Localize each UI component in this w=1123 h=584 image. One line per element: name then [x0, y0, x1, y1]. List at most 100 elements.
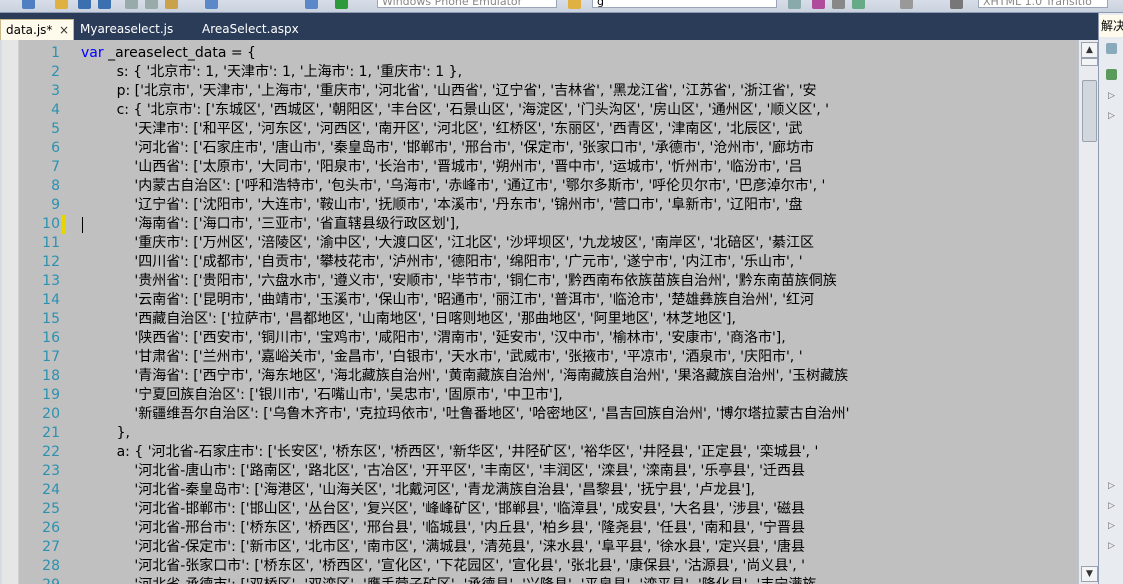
scroll-up-button[interactable]: ▲: [1081, 42, 1098, 58]
code-text[interactable]: a: { '河北省-石家庄市': ['长安区', '桥东区', '桥西区', '…: [81, 443, 819, 462]
search-input[interactable]: g: [592, 0, 777, 8]
code-line[interactable]: 23 '河北省-唐山市': ['路南区', '路北区', '古冶区', '开平区…: [20, 462, 1078, 481]
options-icon[interactable]: [900, 0, 913, 9]
expand-arrow-icon[interactable]: ▷: [1108, 501, 1115, 511]
expand-arrow-icon[interactable]: ▷: [1108, 481, 1115, 491]
code-line[interactable]: 21 },: [20, 424, 1078, 443]
expand-arrow-icon[interactable]: ▷: [1108, 541, 1115, 551]
code-editor[interactable]: 1 var _areaselect_data = {2 s: { '北京市': 1…: [0, 40, 1100, 584]
code-line[interactable]: 2 s: { '北京市': 1, '天津市': 1, '上海市': 1, '重庆…: [20, 63, 1078, 82]
code-text[interactable]: '贵州省': ['贵阳市', '六盘水市', '遵义市', '安顺市', '毕节…: [81, 272, 836, 291]
split-handle[interactable]: [1081, 58, 1098, 66]
tab-myareaselect-js[interactable]: Myareaselect.js: [75, 19, 195, 40]
open-folder-icon[interactable]: [55, 0, 68, 9]
code-text[interactable]: '河北省-承德市': ['双桥区', '双滦区', '鹰手营子矿区', '承德县…: [81, 576, 816, 584]
target-schema-select[interactable]: XHTML 1.0 Transitio: [978, 0, 1108, 8]
code-line[interactable]: 29 '河北省-承德市': ['双桥区', '双滦区', '鹰手营子矿区', '…: [20, 576, 1078, 584]
code-text[interactable]: '西藏自治区': ['拉萨市', '昌都地区', '山南地区', '日喀则地区'…: [81, 310, 736, 329]
code-line[interactable]: 26 '河北省-邢台市': ['桥东区', '桥西区', '邢台县', '临城县…: [20, 519, 1078, 538]
code-line[interactable]: 6 '河北省': ['石家庄市', '唐山市', '秦皇岛市', '邯郸市', …: [20, 139, 1078, 158]
code-line[interactable]: 3 p: ['北京市', '天津市', '上海市', '重庆市', '河北省',…: [20, 82, 1078, 101]
expand-arrow-icon[interactable]: ▷: [1108, 91, 1115, 101]
code-text[interactable]: c: { '北京市': ['东城区', '西城区', '朝阳区', '丰台区',…: [81, 101, 829, 120]
find-icon[interactable]: [568, 0, 581, 9]
code-text[interactable]: '内蒙古自治区': ['呼和浩特市', '包头市', '乌海市', '赤峰市',…: [81, 177, 825, 196]
save-icon[interactable]: [78, 0, 91, 9]
code-text[interactable]: },: [81, 424, 130, 443]
code-text[interactable]: p: ['北京市', '天津市', '上海市', '重庆市', '河北省', '…: [81, 82, 817, 101]
code-line[interactable]: 19 '宁夏回族自治区': ['银川市', '石嘴山市', '吴忠市', '固原…: [20, 386, 1078, 405]
code-text[interactable]: '天津市': ['和平区', '河东区', '河西区', '南开区', '河北区…: [81, 120, 803, 139]
target-schema-icon[interactable]: [950, 0, 963, 9]
code-text[interactable]: '辽宁省': ['沈阳市', '大连市', '鞍山市', '抚顺市', '本溪市…: [81, 196, 802, 215]
expand-arrow-icon[interactable]: ▷: [1108, 521, 1115, 531]
start-debug-icon[interactable]: [335, 0, 348, 9]
tab-data-js[interactable]: data.js* ×: [0, 19, 74, 40]
properties-icon[interactable]: [812, 0, 825, 9]
code-line[interactable]: 16 '陕西省': ['西安市', '铜川市', '宝鸡市', '咸阳市', '…: [20, 329, 1078, 348]
undo-icon[interactable]: [205, 0, 218, 9]
copy-icon[interactable]: [145, 0, 158, 9]
panel-title[interactable]: 解决: [1099, 15, 1123, 37]
new-file-icon[interactable]: [22, 0, 35, 9]
solution-explorer-icon[interactable]: [852, 0, 865, 9]
code-line[interactable]: 11 '重庆市': ['万州区', '涪陵区', '渝中区', '大渡口区', …: [20, 234, 1078, 253]
code-text[interactable]: '河北省-秦皇岛市': ['海港区', '山海关区', '北戴河区', '青龙满…: [81, 481, 755, 500]
code-line[interactable]: 20 '新疆维吾尔自治区': ['乌鲁木齐市', '克拉玛依市', '吐鲁番地区…: [20, 405, 1078, 424]
code-text[interactable]: s: { '北京市': 1, '天津市': 1, '上海市': 1, '重庆市'…: [81, 63, 462, 82]
code-text[interactable]: '河北省-唐山市': ['路南区', '路北区', '古冶区', '开平区', …: [81, 462, 805, 481]
code-text[interactable]: var _areaselect_data = {: [81, 44, 256, 63]
code-line[interactable]: 4 c: { '北京市': ['东城区', '西城区', '朝阳区', '丰台区…: [20, 101, 1078, 120]
code-line[interactable]: 13 '贵州省': ['贵阳市', '六盘水市', '遵义市', '安顺市', …: [20, 272, 1078, 291]
code-line[interactable]: 7 '山西省': ['太原市', '大同市', '阳泉市', '长治市', '晋…: [20, 158, 1078, 177]
code-line[interactable]: 10 '海南省': ['海口市', '三亚市', '省直辖县级行政区划'],: [20, 215, 1078, 234]
code-text[interactable]: '山西省': ['太原市', '大同市', '阳泉市', '长治市', '晋城市…: [81, 158, 802, 177]
cut-icon[interactable]: [125, 0, 138, 9]
code-line[interactable]: 1 var _areaselect_data = {: [20, 44, 1078, 63]
project-icon[interactable]: [1106, 69, 1117, 80]
expand-arrow-icon[interactable]: ▷: [1108, 111, 1115, 121]
toolbox-icon[interactable]: [832, 0, 845, 9]
code-text[interactable]: '宁夏回族自治区': ['银川市', '石嘴山市', '吴忠市', '固原市',…: [81, 386, 562, 405]
code-line[interactable]: 5 '天津市': ['和平区', '河东区', '河西区', '南开区', '河…: [20, 120, 1078, 139]
scroll-thumb[interactable]: [1082, 80, 1097, 142]
code-line[interactable]: 22 a: { '河北省-石家庄市': ['长安区', '桥东区', '桥西区'…: [20, 443, 1078, 462]
code-line[interactable]: 18 '青海省': ['西宁市', '海东地区', '海北藏族自治州', '黄南…: [20, 367, 1078, 386]
vertical-scrollbar[interactable]: ▲ ▼: [1078, 40, 1099, 584]
close-icon[interactable]: ×: [59, 20, 69, 41]
code-text[interactable]: '河北省-保定市': ['新市区', '北市区', '南市区', '满城县', …: [81, 538, 805, 557]
redo-icon[interactable]: [305, 0, 318, 9]
code-text[interactable]: '河北省-邢台市': ['桥东区', '桥西区', '邢台县', '临城县', …: [81, 519, 805, 538]
code-text[interactable]: '四川省': ['成都市', '自贡市', '攀枝花市', '泸州市', '德阳…: [81, 253, 802, 272]
code-lines[interactable]: 1 var _areaselect_data = {2 s: { '北京市': 1…: [20, 44, 1078, 584]
code-line[interactable]: 12 '四川省': ['成都市', '自贡市', '攀枝花市', '泸州市', …: [20, 253, 1078, 272]
code-text[interactable]: '河北省': ['石家庄市', '唐山市', '秦皇岛市', '邯郸市', '邢…: [81, 139, 814, 158]
code-line[interactable]: 27 '河北省-保定市': ['新市区', '北市区', '南市区', '满城县…: [20, 538, 1078, 557]
code-text[interactable]: '重庆市': ['万州区', '涪陵区', '渝中区', '大渡口区', '江北…: [81, 234, 814, 253]
code-line[interactable]: 14 '云南省': ['昆明市', '曲靖市', '玉溪市', '保山市', '…: [20, 291, 1078, 310]
tab-areaselect-aspx[interactable]: AreaSelect.aspx: [197, 19, 317, 40]
code-line[interactable]: 8 '内蒙古自治区': ['呼和浩特市', '包头市', '乌海市', '赤峰市…: [20, 177, 1078, 196]
code-text[interactable]: '河北省-张家口市': ['桥东区', '桥西区', '宣化区', '下花园区'…: [81, 557, 805, 576]
code-line[interactable]: 28 '河北省-张家口市': ['桥东区', '桥西区', '宣化区', '下花…: [20, 557, 1078, 576]
code-text[interactable]: '陕西省': ['西安市', '铜川市', '宝鸡市', '咸阳市', '渭南市…: [81, 329, 785, 348]
find-in-files-icon[interactable]: [788, 0, 801, 9]
line-number: 28: [42, 558, 60, 574]
paste-icon[interactable]: [165, 0, 178, 9]
code-content: '天津市': ['和平区', '河东区', '河西区', '南开区', '河北区…: [81, 121, 803, 137]
code-text[interactable]: '新疆维吾尔自治区': ['乌鲁木齐市', '克拉玛依市', '吐鲁番地区', …: [81, 405, 849, 424]
code-text[interactable]: '甘肃省': ['兰州市', '嘉峪关市', '金昌市', '白银市', '天水…: [81, 348, 802, 367]
scroll-down-button[interactable]: ▼: [1081, 566, 1098, 582]
code-line[interactable]: 15 '西藏自治区': ['拉萨市', '昌都地区', '山南地区', '日喀则…: [20, 310, 1078, 329]
code-text[interactable]: '海南省': ['海口市', '三亚市', '省直辖县级行政区划'],: [81, 215, 459, 234]
target-device-select[interactable]: Windows Phone Emulator: [377, 0, 557, 8]
code-text[interactable]: '青海省': ['西宁市', '海东地区', '海北藏族自治州', '黄南藏族自…: [81, 367, 848, 386]
code-line[interactable]: 25 '河北省-邯郸市': ['邯山区', '丛台区', '复兴区', '峰峰矿…: [20, 500, 1078, 519]
code-text[interactable]: '河北省-邯郸市': ['邯山区', '丛台区', '复兴区', '峰峰矿区',…: [81, 500, 805, 519]
code-line[interactable]: 9 '辽宁省': ['沈阳市', '大连市', '鞍山市', '抚顺市', '本…: [20, 196, 1078, 215]
code-line[interactable]: 17 '甘肃省': ['兰州市', '嘉峪关市', '金昌市', '白银市', …: [20, 348, 1078, 367]
code-text[interactable]: '云南省': ['昆明市', '曲靖市', '玉溪市', '保山市', '昭通市…: [81, 291, 814, 310]
code-line[interactable]: 24 '河北省-秦皇岛市': ['海港区', '山海关区', '北戴河区', '…: [20, 481, 1078, 500]
toolbar-icon[interactable]: [1106, 43, 1117, 54]
save-all-icon[interactable]: [98, 0, 111, 9]
